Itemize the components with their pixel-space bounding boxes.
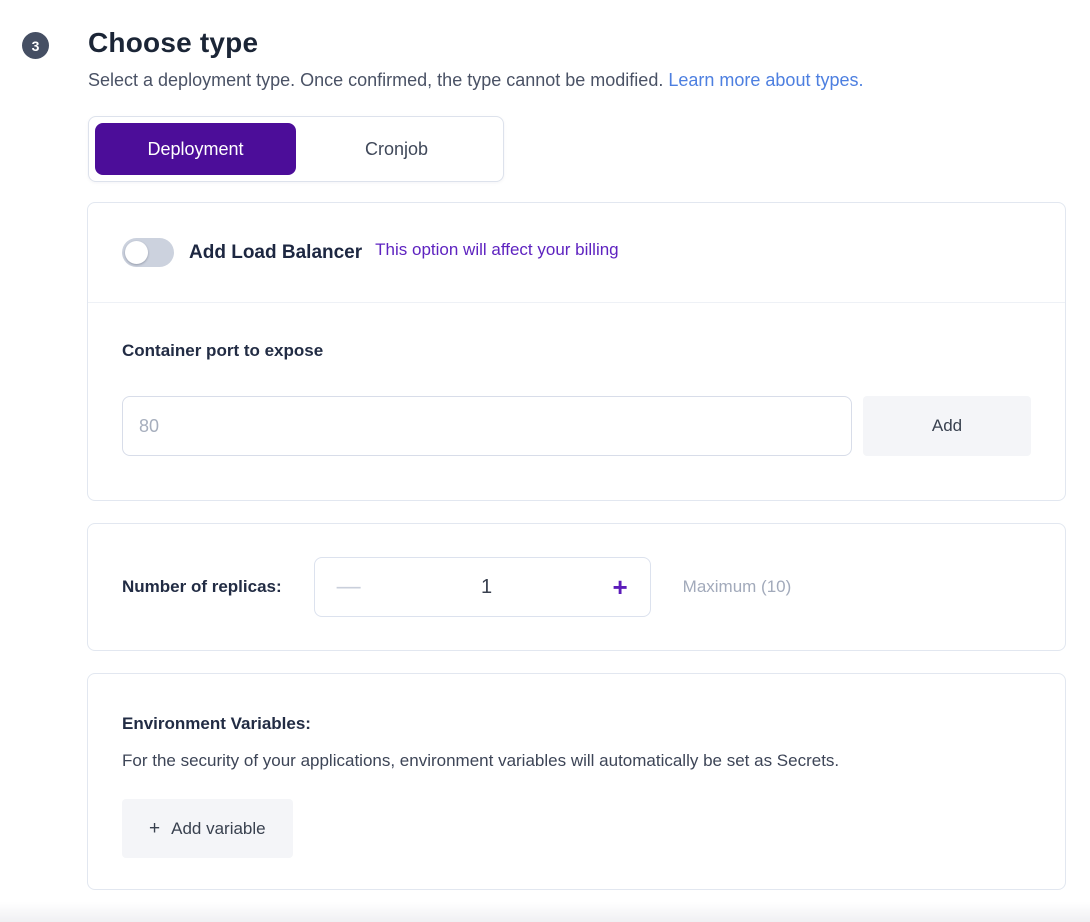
add-port-button[interactable]: Add: [863, 396, 1031, 456]
replicas-label: Number of replicas:: [122, 577, 282, 596]
page-title: Choose type: [88, 27, 259, 58]
load-balancer-toggle[interactable]: [122, 238, 174, 267]
replicas-value: 1: [481, 575, 493, 598]
add-variable-label: Add variable: [171, 818, 266, 838]
minus-icon[interactable]: —: [337, 575, 361, 599]
page-subtitle: Select a deployment type. Once confirmed…: [88, 70, 863, 91]
container-port-section: Container port to expose Add: [88, 303, 1065, 500]
step-number-badge: 3: [22, 32, 49, 59]
bottom-scroll-fade: [0, 902, 1090, 922]
toggle-knob-icon: [125, 241, 148, 264]
load-balancer-row: Add Load Balancer This option will affec…: [88, 203, 1065, 302]
type-tabs: Deployment Cronjob: [88, 116, 504, 182]
replicas-max-note: Maximum (10): [682, 577, 792, 596]
choose-type-header: 3 Choose type Select a deployment type. …: [0, 0, 1090, 91]
load-balancer-card: Add Load Balancer This option will affec…: [87, 202, 1066, 501]
learn-more-link[interactable]: Learn more about types.: [668, 70, 863, 90]
replicas-card: Number of replicas: — 1 + Maximum (10): [87, 523, 1066, 651]
tab-cronjob[interactable]: Cronjob: [296, 123, 497, 175]
tab-deployment[interactable]: Deployment: [95, 123, 296, 175]
container-port-row: Add: [122, 396, 1031, 456]
subtitle-text: Select a deployment type. Once confirmed…: [88, 70, 664, 90]
env-variables-title: Environment Variables:: [122, 714, 311, 733]
load-balancer-label: Add Load Balancer: [189, 241, 363, 263]
add-variable-button[interactable]: + Add variable: [122, 799, 293, 858]
environment-variables-card: Environment Variables: For the security …: [87, 673, 1066, 890]
billing-warning-text: This option will affect your billing: [375, 239, 619, 259]
plus-icon: +: [149, 817, 161, 839]
header-text: Choose type Select a deployment type. On…: [88, 27, 863, 91]
env-variables-description: For the security of your applications, e…: [122, 751, 840, 770]
plus-icon[interactable]: +: [612, 574, 627, 600]
container-port-label: Container port to expose: [122, 341, 324, 360]
replicas-stepper: — 1 +: [313, 557, 651, 617]
container-port-input[interactable]: [122, 396, 852, 456]
